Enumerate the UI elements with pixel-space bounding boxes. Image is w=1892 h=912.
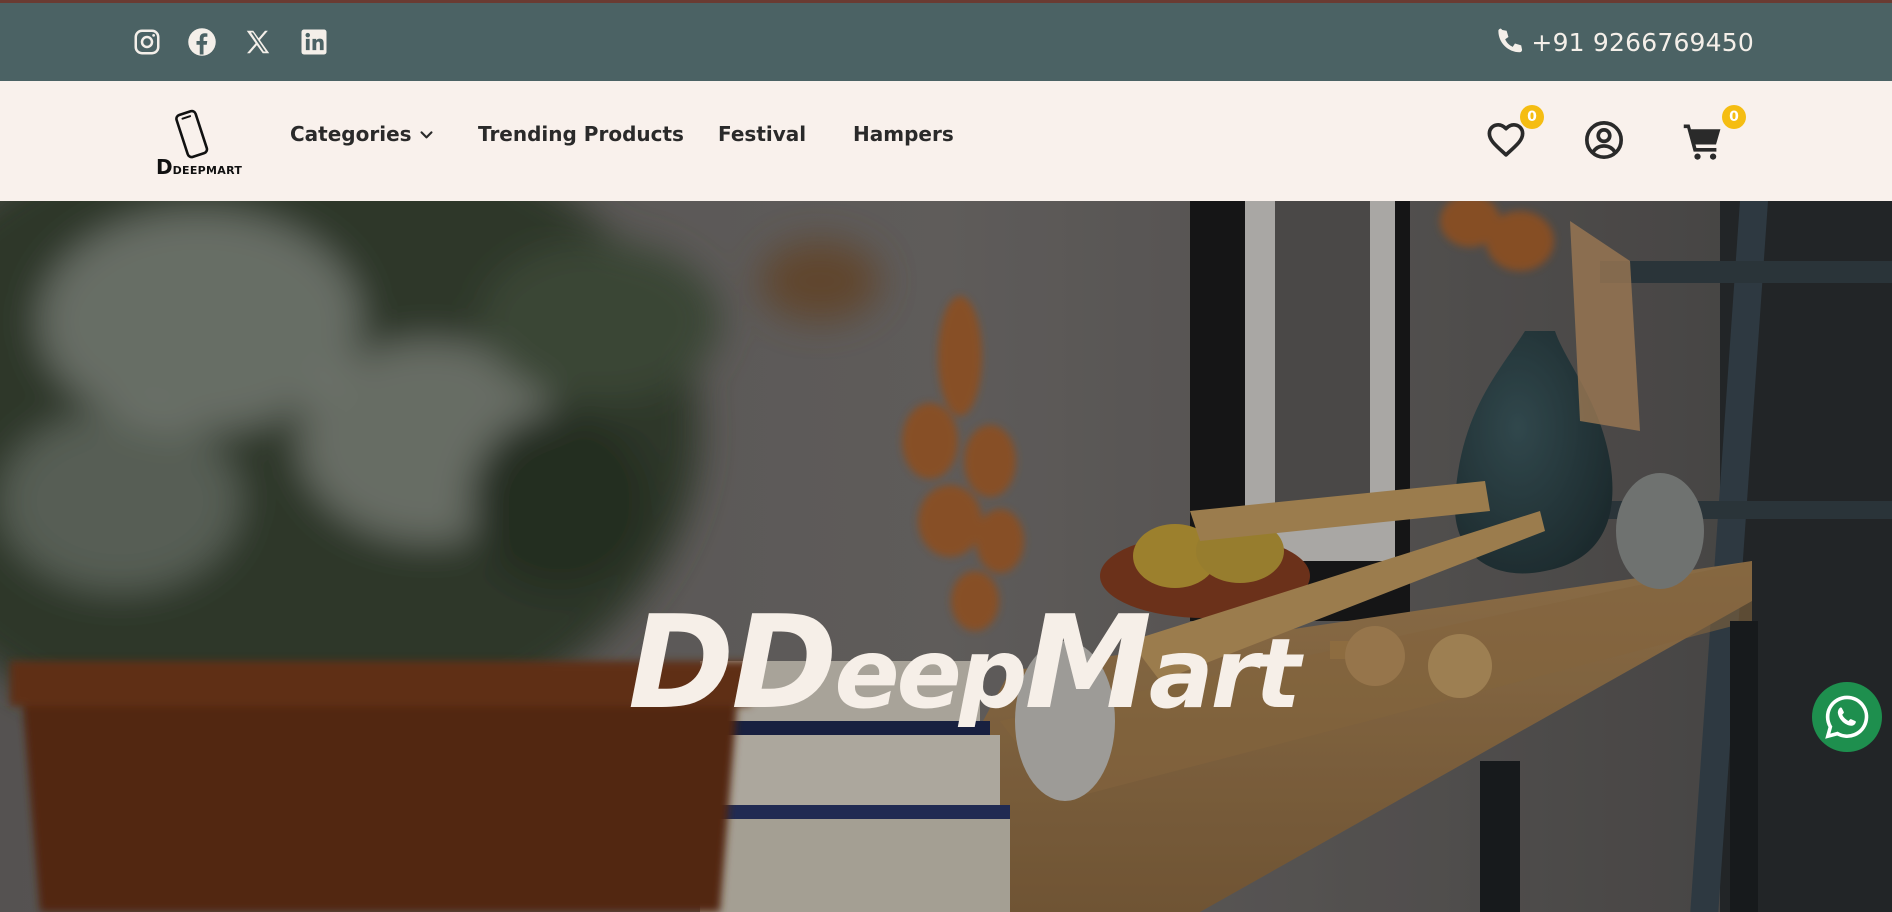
logo[interactable]: DDEEPMART [156, 109, 248, 179]
nav-hampers-label: Hampers [853, 122, 954, 146]
hero-title-part-2: eep [834, 618, 1028, 730]
main-navbar: DDEEPMART Categories Trending Products F… [0, 81, 1892, 201]
logo-text: DDEEPMART [156, 155, 242, 179]
nav-hampers[interactable]: Hampers [853, 122, 954, 146]
phone-icon [1493, 25, 1527, 59]
cart-button[interactable]: 0 [1680, 105, 1746, 164]
top-bar: +91 9266769450 [0, 0, 1892, 81]
hero-title: DDeepMart [628, 589, 1301, 738]
hero-title-part-1: DD [628, 589, 837, 738]
logo-letter: D [156, 155, 173, 179]
whatsapp-chat-button[interactable] [1812, 682, 1882, 752]
phone-logo-icon [175, 109, 209, 159]
hero-banner: DDeepMart [0, 201, 1892, 912]
account-button[interactable] [1582, 118, 1626, 162]
heart-icon [1487, 122, 1525, 157]
phone-number[interactable]: +91 9266769450 [1531, 28, 1754, 57]
nav-festival-label: Festival [718, 122, 807, 146]
wishlist-count-badge: 0 [1520, 105, 1544, 129]
wishlist-button[interactable]: 0 [1484, 105, 1544, 162]
hero-title-part-4: art [1148, 618, 1301, 730]
nav-trending-label: Trending Products [478, 122, 684, 146]
nav-categories-label: Categories [290, 122, 412, 146]
phone-contact[interactable]: +91 9266769450 [1493, 3, 1754, 81]
cart-icon [1683, 124, 1721, 160]
hero-title-part-3: M [1024, 589, 1151, 738]
facebook-icon[interactable] [185, 25, 219, 59]
cart-count-badge: 0 [1722, 105, 1746, 129]
nav-festival[interactable]: Festival [718, 122, 806, 146]
chevron-down-icon [420, 130, 433, 138]
nav-trending-products[interactable]: Trending Products [478, 122, 684, 146]
x-icon[interactable] [241, 25, 275, 59]
instagram-icon[interactable] [130, 25, 164, 59]
hero-background-image [0, 201, 1892, 912]
linkedin-icon[interactable] [297, 25, 331, 59]
user-circle-icon [1585, 121, 1623, 159]
logo-wordmark: DEEPMART [172, 164, 243, 177]
nav-categories[interactable]: Categories [290, 122, 435, 146]
whatsapp-icon [1825, 695, 1869, 739]
